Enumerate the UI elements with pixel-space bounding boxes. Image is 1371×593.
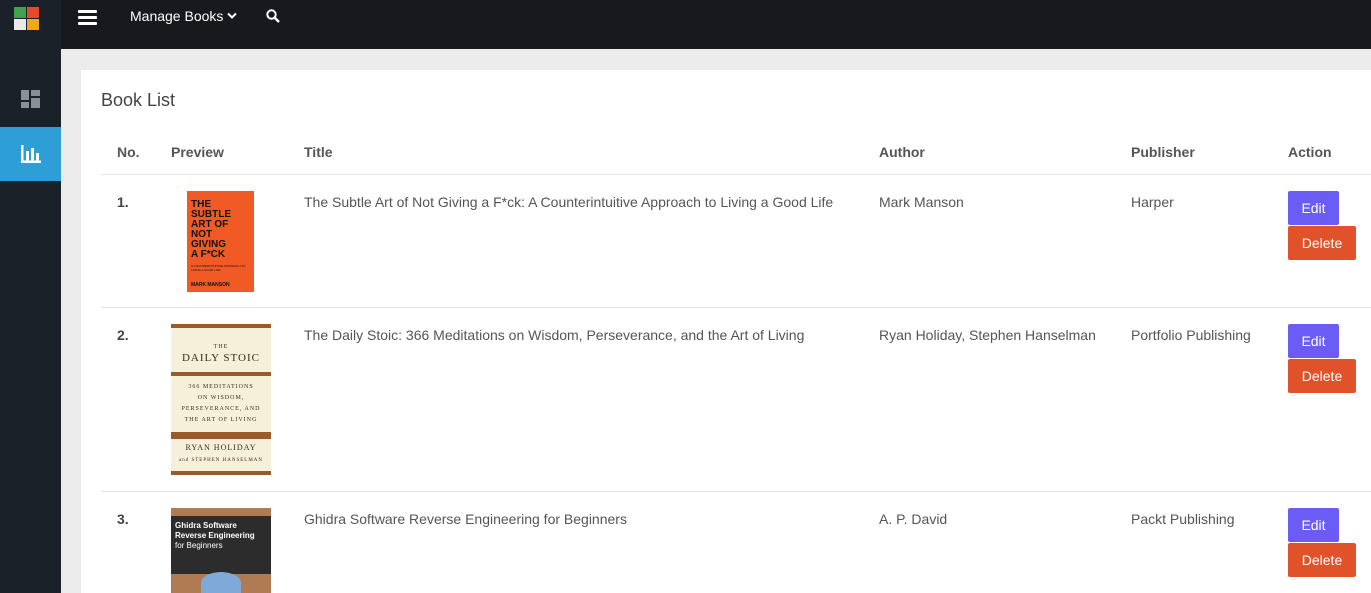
book-cover-cell: THE DAILY STOIC 366 MEDITATIONS ON WISDO… xyxy=(171,307,304,492)
bar-chart-icon xyxy=(20,145,41,163)
row-number: 1. xyxy=(101,174,171,308)
top-navbar: Manage Books xyxy=(61,0,1371,49)
book-list-card: Book List No. Preview Title Author Publi… xyxy=(81,70,1371,593)
hamburger-menu-icon[interactable] xyxy=(78,9,98,25)
book-title: The Subtle Art of Not Giving a F*ck: A C… xyxy=(304,174,879,308)
book-title: Ghidra Software Reverse Engineering for … xyxy=(304,491,879,593)
manage-books-label: Manage Books xyxy=(130,8,224,24)
book-cover-image: Ghidra Software Reverse Engineering for … xyxy=(171,507,271,593)
dashboard-icon xyxy=(21,90,40,108)
table-row: 3. Ghidra Software Reverse Engineering f… xyxy=(101,491,1371,593)
delete-button[interactable]: Delete xyxy=(1288,542,1356,577)
book-publisher: Harper xyxy=(1131,174,1288,308)
column-header-action: Action xyxy=(1288,130,1371,175)
column-header-title: Title xyxy=(304,130,879,175)
sidebar-item-reports[interactable] xyxy=(0,127,61,181)
table-row: 1. THE SUBTLE ART OF NOT GIVING A F*CK A… xyxy=(101,174,1371,308)
edit-button[interactable]: Edit xyxy=(1288,507,1339,542)
row-actions: Edit Delete xyxy=(1288,491,1371,593)
table-header-row: No. Preview Title Author Publisher Actio… xyxy=(101,130,1371,175)
sidebar xyxy=(0,0,61,593)
search-icon[interactable] xyxy=(266,9,282,25)
delete-button[interactable]: Delete xyxy=(1288,225,1356,260)
column-header-no: No. xyxy=(101,130,171,175)
edit-button[interactable]: Edit xyxy=(1288,323,1339,358)
row-actions: Edit Delete xyxy=(1288,307,1371,492)
app-logo[interactable] xyxy=(14,7,40,31)
row-actions: Edit Delete xyxy=(1288,174,1371,308)
manage-books-dropdown[interactable]: Manage Books xyxy=(130,8,238,24)
table-row: 2. THE DAILY STOIC 366 MEDITATIONS ON WI… xyxy=(101,307,1371,492)
column-header-publisher: Publisher xyxy=(1131,130,1288,175)
book-publisher: Packt Publishing xyxy=(1131,491,1288,593)
book-author: A. P. David xyxy=(879,491,1131,593)
chevron-down-icon xyxy=(227,12,238,19)
column-header-author: Author xyxy=(879,130,1131,175)
book-author: Mark Manson xyxy=(879,174,1131,308)
book-table: No. Preview Title Author Publisher Actio… xyxy=(101,130,1371,593)
row-number: 2. xyxy=(101,307,171,492)
page-title: Book List xyxy=(101,90,176,110)
sidebar-item-dashboard[interactable] xyxy=(0,72,61,126)
row-number: 3. xyxy=(101,491,171,593)
book-cover-image: THE SUBTLE ART OF NOT GIVING A F*CK A CO… xyxy=(187,190,254,292)
book-author: Ryan Holiday, Stephen Hanselman xyxy=(879,307,1131,492)
delete-button[interactable]: Delete xyxy=(1288,358,1356,393)
book-title: The Daily Stoic: 366 Meditations on Wisd… xyxy=(304,307,879,492)
book-cover-image: THE DAILY STOIC 366 MEDITATIONS ON WISDO… xyxy=(171,323,271,475)
edit-button[interactable]: Edit xyxy=(1288,190,1339,225)
column-header-preview: Preview xyxy=(171,130,304,175)
book-cover-cell: THE SUBTLE ART OF NOT GIVING A F*CK A CO… xyxy=(171,174,304,308)
book-publisher: Portfolio Publishing xyxy=(1131,307,1288,492)
book-cover-cell: Ghidra Software Reverse Engineering for … xyxy=(171,491,304,593)
